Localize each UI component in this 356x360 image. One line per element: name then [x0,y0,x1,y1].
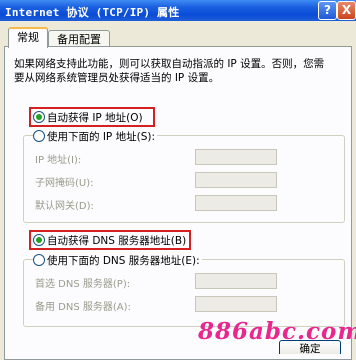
general-panel: 如果网络支持此功能，则可以获取自动指派的 IP 设置。否则，您需要从网络系统管理… [4,46,352,360]
manual-dns-group [23,259,345,327]
preferred-dns-field[interactable] [195,273,277,289]
alternate-dns-label: 备用 DNS 服务器(A): [35,302,131,313]
subnet-mask-field[interactable] [195,172,277,188]
close-button[interactable]: X [337,1,356,20]
gateway-label: 默认网关(D): [35,201,94,212]
auto-ip-radio[interactable] [33,111,45,123]
alternate-dns-field[interactable] [195,296,277,312]
preferred-dns-label: 首选 DNS 服务器(P): [35,279,131,290]
manual-ip-radio[interactable] [33,130,45,142]
gateway-field[interactable] [195,195,277,211]
ip-address-label: IP 地址(I): [35,155,82,166]
title-bar: Internet 协议 (TCP/IP) 属性 ? X [0,0,356,21]
auto-dns-label[interactable]: 自动获得 DNS 服务器地址(B) [47,233,186,248]
manual-dns-radio[interactable] [33,254,45,266]
help-button[interactable]: ? [318,1,337,20]
ip-address-field[interactable] [195,149,277,165]
auto-dns-radio[interactable] [33,234,45,246]
manual-dns-label[interactable]: 使用下面的 DNS 服务器地址(E): [45,253,202,268]
window-title: Internet 协议 (TCP/IP) 属性 [5,6,180,19]
description-text: 如果网络支持此功能，则可以获取自动指派的 IP 设置。否则，您需要从网络系统管理… [14,58,325,84]
manual-ip-label[interactable]: 使用下面的 IP 地址(S): [45,129,157,144]
subnet-mask-label: 子网掩码(U): [35,178,94,189]
tab-general[interactable]: 常规 [8,27,48,48]
auto-ip-label[interactable]: 自动获得 IP 地址(O) [47,110,143,125]
watermark-text: 886abc.com [198,318,356,345]
